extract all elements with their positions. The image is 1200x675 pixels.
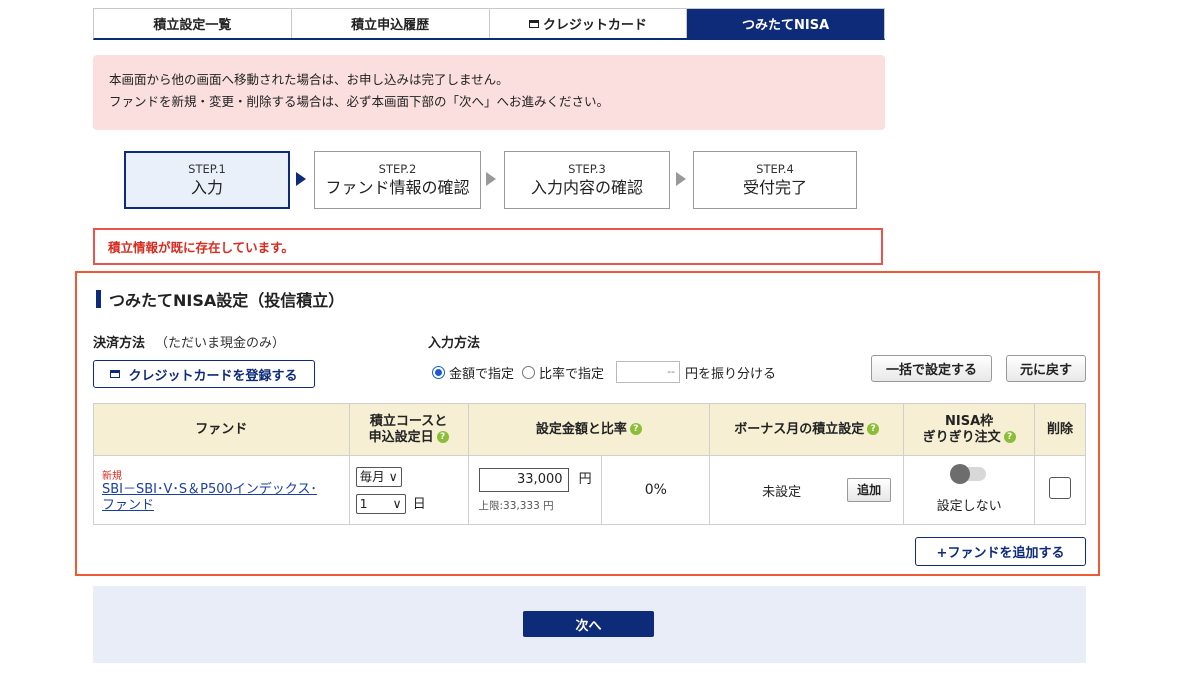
step-arrow-icon [676, 172, 686, 186]
nisa-status: 設定しない [936, 498, 1002, 514]
bulk-set-button[interactable]: 一括で設定する [871, 355, 992, 382]
amount-limit: 上限:33,333 円 [478, 499, 554, 512]
bonus-status: 未設定 [762, 484, 802, 500]
fund-cell: 新規 SBI－SBI･V･S＆P500インデックス･ ファンド [93, 455, 350, 525]
input-method-options: 金額で指定 比率で指定 -- 円を振り分ける [432, 361, 776, 383]
tab-label: 積立設定一覧 [153, 18, 232, 33]
step-arrow-icon [486, 172, 496, 186]
payment-label: 決済方法 [93, 336, 146, 351]
step-arrow-icon [296, 172, 306, 186]
day-select[interactable]: 1 ∨ [355, 493, 406, 514]
step-label: 受付完了 [742, 178, 807, 197]
delete-cell [1033, 455, 1087, 525]
help-icon[interactable]: ? [867, 423, 880, 435]
course-cell: 毎月 ∨ 1 ∨ 日 [348, 455, 469, 525]
radio-amount-label: 金額で指定 [449, 366, 515, 382]
bonus-cell: 未設定 追加 [709, 455, 905, 525]
header-amount: 設定金額と比率? [467, 403, 711, 456]
table-row: 新規 SBI－SBI･V･S＆P500インデックス･ ファンド 毎月 ∨ 1 ∨ … [93, 455, 1087, 525]
register-card-label: クレジットカードを登録する [128, 368, 298, 384]
step-4: STEP.4 受付完了 [693, 151, 857, 209]
step-label: 入力 [190, 178, 223, 197]
step-number: STEP.4 [756, 162, 794, 176]
register-credit-card-button[interactable]: クレジットカードを登録する [93, 360, 315, 388]
amount-cell: 33,000 円 上限:33,333 円 [467, 455, 603, 525]
ratio-cell: 0% [601, 455, 711, 525]
step-label: ファンド情報の確認 [325, 178, 470, 197]
error-message: 積立情報が既に存在しています。 [93, 228, 883, 265]
radio-ratio-label: 比率で指定 [539, 366, 605, 382]
header-nisa-line1: NISA枠 [944, 413, 994, 429]
tab-label: クレジットカード [542, 18, 647, 33]
nisa-toggle[interactable] [950, 463, 987, 484]
delete-checkbox[interactable] [1048, 477, 1071, 499]
section-title-text: つみたてNISA設定（投信積立） [109, 291, 345, 310]
help-icon[interactable]: ? [436, 431, 449, 443]
title-bar-icon [96, 290, 101, 308]
header-course: 積立コースと 申込設定日? [348, 403, 469, 456]
nav-tabs: 積立設定一覧 積立申込履歴 クレジットカード つみたてNISA [93, 8, 885, 40]
card-icon [110, 370, 121, 378]
radio-ratio[interactable] [522, 365, 536, 379]
bonus-add-button[interactable]: 追加 [847, 478, 892, 502]
notice-line-1: 本画面から他の画面へ移動された場合は、お申し込みは完了しません。 [109, 72, 509, 87]
help-icon[interactable]: ? [1003, 431, 1016, 443]
distribute-amount-input[interactable]: -- [616, 361, 681, 383]
day-value: 1 [359, 495, 368, 511]
tab-credit-card[interactable]: クレジットカード [489, 9, 688, 38]
step-number: STEP.2 [378, 162, 417, 176]
tab-history[interactable]: 積立申込履歴 [291, 9, 490, 38]
fund-name-line2: ファンド [102, 497, 155, 513]
header-amount-label: 設定金額と比率 [535, 421, 627, 437]
radio-amount[interactable] [432, 365, 445, 379]
amount-input[interactable]: 33,000 [478, 467, 569, 492]
header-delete: 削除 [1033, 403, 1087, 456]
step-number: STEP.3 [568, 162, 606, 176]
step-3: STEP.3 入力内容の確認 [504, 151, 670, 209]
step-label: 入力内容の確認 [530, 178, 643, 197]
header-course-line2: 申込設定日 [368, 429, 434, 445]
notice-box: 本画面から他の画面へ移動された場合は、お申し込みは完了しません。 ファンドを新規… [93, 55, 885, 130]
input-method-label: 入力方法 [428, 336, 481, 351]
step-number: STEP.1 [188, 162, 226, 176]
section-title: つみたてNISA設定（投信積立） [96, 287, 344, 311]
header-bonus-label: ボーナス月の積立設定 [734, 421, 865, 437]
card-icon [528, 19, 539, 28]
amount-unit: 円 [578, 471, 592, 487]
payment-note: （ただいま現金のみ） [155, 336, 286, 351]
fund-name-line1: SBI－SBI･V･S＆P500インデックス･ [102, 481, 317, 497]
day-unit: 日 [412, 496, 426, 512]
chevron-down-icon: ∨ [392, 495, 402, 511]
step-2: STEP.2 ファンド情報の確認 [314, 151, 481, 209]
notice-line-2: ファンドを新規・変更・削除する場合は、必ず本画面下部の「次へ」へお進みください。 [109, 94, 610, 109]
header-bonus: ボーナス月の積立設定? [709, 403, 905, 456]
header-nisa: NISA枠 ぎりぎり注文? [903, 403, 1035, 456]
header-course-line1: 積立コースと [369, 413, 448, 429]
tab-label: つみたてNISA [742, 18, 830, 33]
course-select[interactable]: 毎月 ∨ [355, 466, 402, 487]
tab-label: 積立申込履歴 [351, 18, 430, 33]
help-icon[interactable]: ? [629, 423, 642, 435]
step-1: STEP.1 入力 [124, 151, 290, 209]
chevron-down-icon: ∨ [388, 468, 398, 484]
course-value: 毎月 [359, 468, 385, 484]
add-fund-button[interactable]: +ファンドを追加する [915, 537, 1086, 566]
distribute-suffix: 円を振り分ける [685, 366, 777, 382]
payment-method: 決済方法 （ただいま現金のみ） [93, 332, 285, 351]
fund-table: ファンド 積立コースと 申込設定日? 設定金額と比率? ボーナス月の積立設定? … [93, 403, 1087, 525]
new-badge: 新規 [102, 470, 122, 482]
reset-button[interactable]: 元に戻す [1006, 355, 1086, 382]
tab-tsumitate-list[interactable]: 積立設定一覧 [94, 9, 292, 38]
fund-name-link[interactable]: SBI－SBI･V･S＆P500インデックス･ ファンド [102, 482, 349, 514]
tab-tsumitate-nisa[interactable]: つみたてNISA [687, 9, 884, 38]
next-button[interactable]: 次へ [523, 611, 654, 637]
table-header-row: ファンド 積立コースと 申込設定日? 設定金額と比率? ボーナス月の積立設定? … [93, 403, 1087, 456]
header-nisa-line2: ぎりぎり注文 [922, 429, 1001, 445]
header-fund: ファンド [93, 403, 350, 456]
nisa-cell: 設定しない [903, 455, 1035, 525]
